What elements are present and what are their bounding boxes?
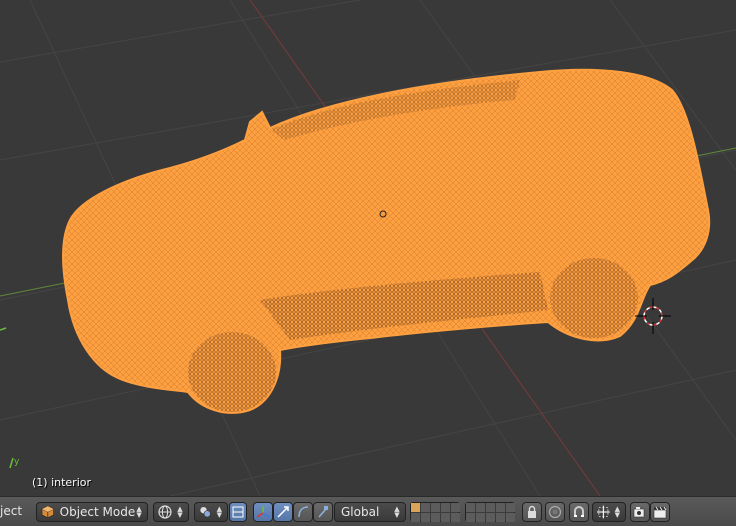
layer-toggle[interactable] <box>451 503 460 512</box>
layer-toggle[interactable] <box>476 513 485 522</box>
car-mesh <box>62 68 711 414</box>
svg-text:y: y <box>14 457 20 467</box>
pivot-point-dropdown[interactable]: ▲ ▼ <box>194 502 228 522</box>
manipulator-toggle-button[interactable] <box>253 502 273 522</box>
layer-toggle[interactable] <box>496 503 505 512</box>
layer-toggle[interactable] <box>496 513 505 522</box>
translate-icon <box>277 506 289 518</box>
translate-axes-icon <box>256 506 270 518</box>
manipulator-toggle-icon <box>232 506 244 518</box>
scale-button[interactable] <box>313 502 333 522</box>
updown-arrows-icon: ▲ ▼ <box>177 505 183 519</box>
layer-toggle[interactable] <box>421 513 430 522</box>
proportional-edit-icon <box>548 505 562 519</box>
lock-camera-button[interactable] <box>522 502 542 522</box>
layer-toggle[interactable] <box>441 503 450 512</box>
snap-element-dropdown[interactable]: ▲ ▼ <box>592 502 626 522</box>
mode-label: Object Mode <box>59 505 136 519</box>
manipulator-center-button[interactable] <box>229 502 247 522</box>
clapperboard-icon <box>653 506 667 519</box>
rotate-icon <box>298 506 309 518</box>
object-menu[interactable]: ject <box>0 504 22 524</box>
proportional-edit-button[interactable] <box>545 502 565 522</box>
snap-element-icon <box>597 505 610 519</box>
layers-block-2[interactable] <box>465 502 515 522</box>
layer-toggle[interactable] <box>466 513 475 522</box>
lock-icon <box>528 505 536 518</box>
layer-toggle[interactable] <box>451 513 460 522</box>
viewport-canvas: y <box>0 0 736 496</box>
translate-button[interactable] <box>273 502 293 522</box>
render-icon <box>633 507 645 518</box>
opengl-render-animation-button[interactable] <box>650 502 670 522</box>
layer-toggle[interactable] <box>411 503 420 512</box>
orientation-label: Global <box>341 505 380 519</box>
layer-toggle[interactable] <box>486 503 495 512</box>
layer-toggle[interactable] <box>411 513 420 522</box>
layer-toggle[interactable] <box>421 503 430 512</box>
scale-icon <box>318 506 328 518</box>
layer-toggle[interactable] <box>506 513 515 522</box>
opengl-render-button[interactable] <box>630 502 650 522</box>
mode-dropdown[interactable]: Object Mode ▲ ▼ <box>36 502 148 522</box>
snap-icon <box>574 506 584 517</box>
layer-toggle[interactable] <box>476 503 485 512</box>
active-object-label: (1) interior <box>32 476 92 489</box>
cube-icon <box>41 505 55 519</box>
updown-arrows-icon: ▲ ▼ <box>216 505 223 519</box>
layer-toggle[interactable] <box>506 503 515 512</box>
updown-arrows-icon: ▲ ▼ <box>394 505 400 519</box>
updown-arrows-icon: ▲ ▼ <box>614 505 621 519</box>
layer-toggle[interactable] <box>431 513 440 522</box>
layers-block-1[interactable] <box>410 502 460 522</box>
pivot-point-icon <box>200 506 211 518</box>
viewport-shading-dropdown[interactable]: ▲ ▼ <box>153 502 189 522</box>
layer-toggle[interactable] <box>441 513 450 522</box>
transform-orientation-dropdown[interactable]: Global ▲ ▼ <box>334 502 406 522</box>
layer-toggle[interactable] <box>466 503 475 512</box>
snap-button[interactable] <box>569 502 589 522</box>
rotate-button[interactable] <box>293 502 313 522</box>
sphere-shading-icon <box>158 505 172 519</box>
layer-toggle[interactable] <box>486 513 495 522</box>
axis-gizmo-icon: y <box>9 457 20 469</box>
3d-view-header: ject Object Mode ▲ ▼ ▲ ▼ ▲ ▼ Global ▲ ▼ … <box>0 496 736 526</box>
layer-toggle[interactable] <box>431 503 440 512</box>
3d-viewport[interactable]: y (1) interior <box>0 0 736 496</box>
updown-arrows-icon: ▲ ▼ <box>136 505 142 519</box>
